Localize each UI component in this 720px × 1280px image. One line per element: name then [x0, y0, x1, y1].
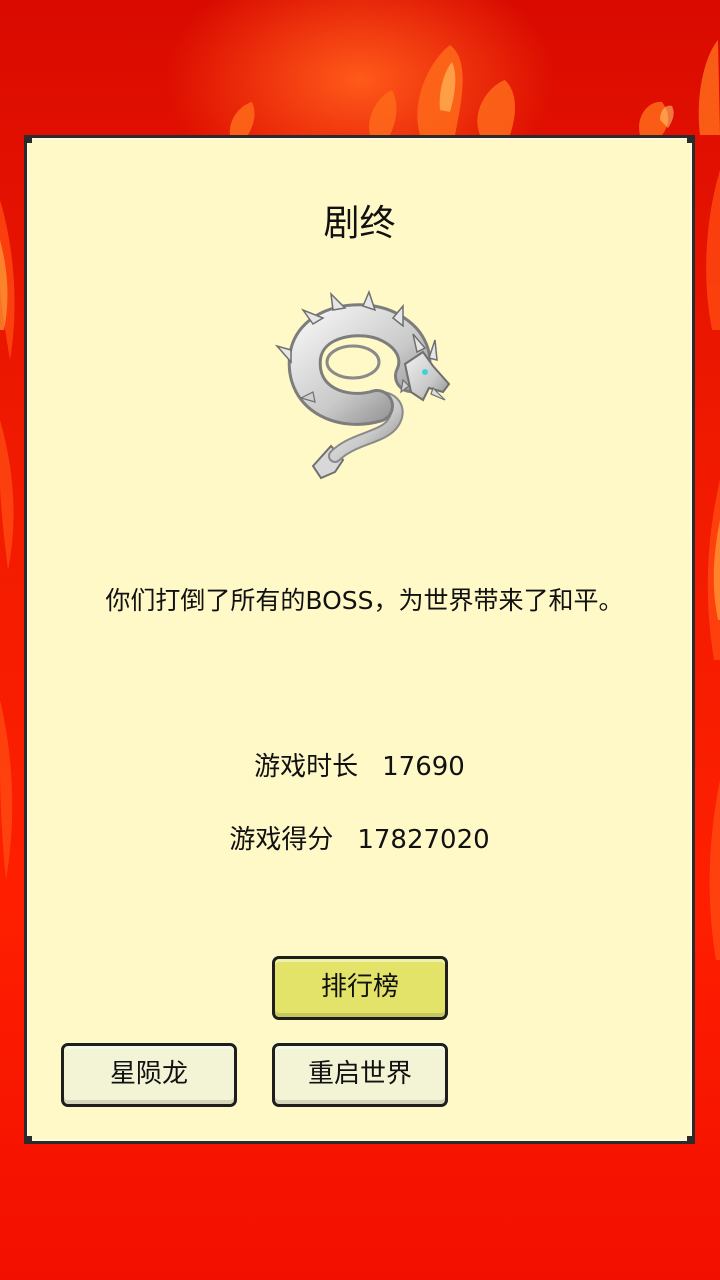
- corner-decoration: [24, 1136, 32, 1144]
- stat-label: 游戏时长: [254, 752, 359, 782]
- leaderboard-button[interactable]: 排行榜: [272, 956, 448, 1020]
- corner-decoration: [687, 1136, 695, 1144]
- white-dragon-icon: [274, 289, 451, 480]
- ending-message: 你们打倒了所有的BOSS，为世界带来了和平。: [105, 586, 624, 615]
- corner-decoration: [24, 135, 32, 143]
- stat-score: 游戏得分 17827020: [27, 819, 692, 856]
- stat-value: 17690: [382, 752, 465, 782]
- stat-value: 17827020: [357, 825, 490, 855]
- dialog-title: 剧终: [323, 203, 396, 244]
- star-dragon-button[interactable]: 星陨龙: [61, 1043, 237, 1107]
- corner-decoration: [687, 135, 695, 143]
- ending-dialog: 剧终 你们打倒了所有的BOSS，为世界带来了和平。 游戏时长 17690 游戏得…: [24, 135, 695, 1144]
- restart-world-button[interactable]: 重启世界: [272, 1043, 448, 1107]
- stat-play-time: 游戏时长 17690: [27, 746, 692, 783]
- stat-label: 游戏得分: [229, 825, 334, 855]
